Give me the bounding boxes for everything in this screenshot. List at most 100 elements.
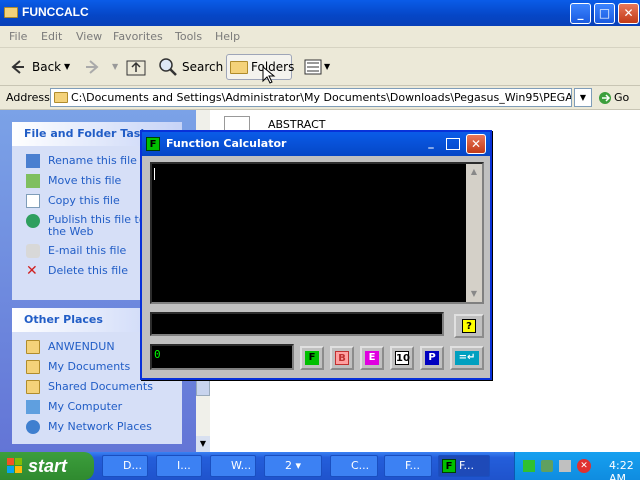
search-icon [159,58,177,76]
folders-icon [230,61,248,74]
up-folder-button[interactable] [124,54,148,80]
calc-maximize-button[interactable] [446,138,460,150]
clock[interactable]: 4:22 AM [609,459,640,485]
close-button[interactable]: ✕ [618,3,639,24]
scrollbar-thumb[interactable] [196,380,210,396]
taskbar-item-2[interactable]: I... [156,455,202,477]
window-titlebar[interactable]: FUNCCALC _ □ ✕ [0,0,640,26]
calculator-output-area[interactable]: ▲ ▼ [150,162,484,304]
up-folder-icon [126,60,146,76]
maximize-button[interactable]: □ [594,3,615,24]
output-scrollbar[interactable]: ▲ ▼ [466,164,482,302]
ten-button[interactable]: 10 [390,346,414,370]
e-icon: E [365,351,379,365]
taskbar-funccalc-icon: F [442,459,456,473]
tray-icon-1[interactable] [523,460,535,472]
address-value: C:\Documents and Settings\Administrator\… [71,91,572,104]
folders-button[interactable]: Folders [226,54,294,80]
text-cursor [154,168,155,180]
place-my-computer[interactable]: My Computer [48,400,122,413]
calculator-input-field[interactable] [150,312,444,336]
start-button[interactable]: start [0,452,94,480]
place-shared-documents[interactable]: Shared Documents [48,380,153,393]
calc-minimize-button[interactable]: _ [424,137,438,150]
p-icon: P [425,351,439,365]
menu-file[interactable]: File [9,30,27,43]
output-scroll-up-icon[interactable]: ▲ [466,164,482,180]
tray-icon-2[interactable] [541,460,553,472]
folder-icon [4,7,18,18]
address-folder-icon [54,92,68,103]
b-button[interactable]: B [330,346,354,370]
e-button[interactable]: E [360,346,384,370]
help-icon: ? [462,319,476,333]
menu-bar: File Edit View Favorites Tools Help [0,26,640,70]
toolbar: Back ▼ ▼ Search Folders ▼ [0,48,640,86]
minimize-button[interactable]: _ [570,3,591,24]
enter-button[interactable]: =↵ [450,346,484,370]
address-label: Address [6,91,50,104]
menu-help[interactable]: Help [215,30,240,43]
function-calculator-window: F Function Calculator _ ✕ ▲ ▼ ? 0 F B E … [140,130,492,380]
taskbar: start D... I... W... 2 ▾ C... F... F F..… [0,452,640,485]
publish-web-icon [26,214,40,228]
anwendun-folder-icon [26,340,40,354]
move-link[interactable]: Move this file [48,174,121,187]
f-button[interactable]: F [300,346,324,370]
delete-link[interactable]: Delete this file [48,264,128,277]
calculator-titlebar[interactable]: F Function Calculator _ ✕ [142,132,490,156]
place-my-documents[interactable]: My Documents [48,360,130,373]
views-icon [304,59,322,75]
email-link[interactable]: E-mail this file [48,244,126,257]
menu-tools[interactable]: Tools [175,30,202,43]
forward-dropdown-icon[interactable]: ▼ [112,54,118,80]
go-arrow-icon [599,92,611,104]
f-icon: F [305,351,319,365]
system-tray: ✕ 4:22 AM [514,452,640,485]
window-title: FUNCCALC [22,5,89,19]
place-anwendun[interactable]: ANWENDUN [48,340,115,353]
my-computer-icon [26,400,40,414]
p-button[interactable]: P [420,346,444,370]
taskbar-item-ie[interactable]: D... [102,455,148,477]
go-button[interactable]: Go [614,91,629,104]
search-button[interactable]: Search [158,54,223,80]
taskbar-item-cmd[interactable]: C... [330,455,378,477]
views-button[interactable]: ▼ [302,54,332,80]
place-my-network-places[interactable]: My Network Places [48,420,152,433]
copy-link[interactable]: Copy this file [48,194,120,207]
my-documents-icon [26,360,40,374]
enter-icon: =↵ [455,351,479,365]
rename-link[interactable]: Rename this file [48,154,137,167]
address-dropdown-icon[interactable]: ▼ [574,88,592,107]
security-alert-icon[interactable]: ✕ [577,459,591,473]
back-button[interactable]: Back ▼ [8,54,78,80]
output-scroll-down-icon[interactable]: ▼ [466,286,482,302]
calculator-result: 0 [150,344,294,370]
forward-button[interactable]: ▼ [82,54,122,80]
address-input[interactable]: C:\Documents and Settings\Administrator\… [50,88,572,107]
calculator-app-icon: F [146,137,160,151]
address-bar: Address C:\Documents and Settings\Admini… [0,86,640,110]
scroll-down-icon[interactable]: ▼ [196,436,210,452]
email-icon [26,244,40,258]
tray-icon-3[interactable] [559,460,571,472]
ten-icon: 10 [395,351,410,365]
taskbar-item-word[interactable]: W... [210,455,256,477]
calc-close-button[interactable]: ✕ [466,134,486,154]
taskbar-item-group[interactable]: 2 ▾ [264,455,322,477]
back-arrow-icon [11,60,24,74]
publish-link[interactable]: Publish this file to the Web [48,214,148,238]
views-dropdown-icon[interactable]: ▼ [324,54,330,80]
menu-view[interactable]: View [76,30,102,43]
calculator-title: Function Calculator [166,137,287,150]
delete-icon: ✕ [26,263,38,279]
menu-favorites[interactable]: Favorites [113,30,163,43]
help-button[interactable]: ? [454,314,484,338]
taskbar-item-folder[interactable]: F... [384,455,432,477]
back-dropdown-icon[interactable]: ▼ [64,54,70,80]
move-icon [26,174,40,188]
taskbar-item-funccalc[interactable]: F F... [438,455,490,477]
mouse-cursor-icon [262,66,276,84]
menu-edit[interactable]: Edit [41,30,62,43]
